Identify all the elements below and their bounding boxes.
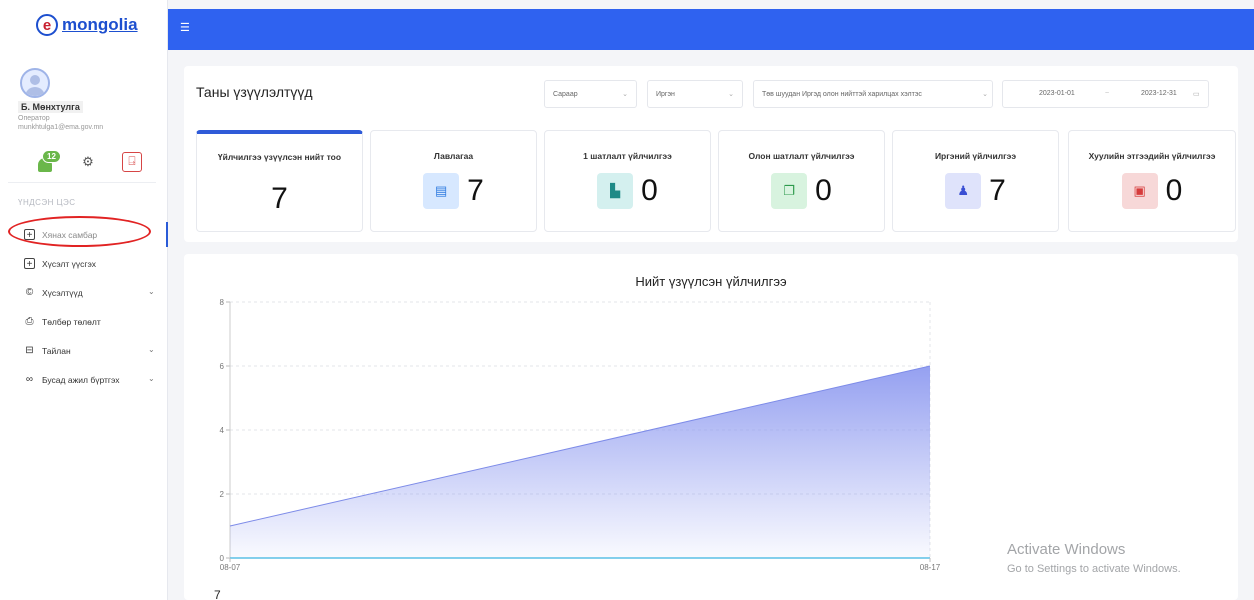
stat-label: Лавлагаа bbox=[433, 151, 474, 161]
y-tick-label: 6 bbox=[220, 362, 225, 371]
stat-multi-step[interactable]: Олон шатлалт үйлчилгээ ❐ 0 bbox=[718, 130, 885, 232]
users-icon: ∞ bbox=[25, 374, 34, 385]
chevron-down-icon: ⌄ bbox=[622, 91, 628, 98]
bottom-value: 7 bbox=[214, 588, 221, 600]
stat-value: 0 bbox=[1165, 174, 1183, 207]
x-tick-label: 08-17 bbox=[920, 563, 941, 572]
date-to: 2023-12-31 bbox=[1141, 90, 1177, 97]
user-actions: 12 ⚙ ⍈ bbox=[36, 148, 146, 178]
sidebar-item-other-work[interactable]: ∞ Бусад ажил бүртгэх ⌄ bbox=[0, 365, 168, 394]
sidebar-item-requests[interactable]: © Хүсэлтүүд ⌄ bbox=[0, 278, 168, 307]
stat-label: Хуулийн этгээдийн үйлчилгээ bbox=[1088, 151, 1216, 161]
stat-label: Үйлчилгээ үзүүлсэн нийт тоо bbox=[217, 152, 342, 162]
y-tick-label: 0 bbox=[220, 554, 225, 563]
stat-label: Олон шатлалт үйлчилгээ bbox=[748, 151, 855, 161]
notifications-button[interactable]: 12 bbox=[36, 150, 61, 174]
period-select-value: Сараар bbox=[553, 90, 578, 98]
date-separator: ~ bbox=[1105, 90, 1110, 97]
channel-select[interactable]: Төв шуудан Иргэд олон нийттэй харилцах х… bbox=[753, 80, 993, 108]
briefcase-icon: ▣ bbox=[1121, 173, 1158, 209]
sidebar-item-label: Төлбөр төлөлт bbox=[42, 316, 101, 327]
document-icon: © bbox=[25, 287, 34, 298]
logo[interactable]: e mongolia bbox=[36, 8, 138, 42]
chevron-down-icon: ⌄ bbox=[148, 287, 155, 296]
type-select-value: Иргэн bbox=[656, 90, 675, 98]
stat-citizen[interactable]: Иргэний үйлчилгээ ♟ 7 bbox=[892, 130, 1059, 232]
x-tick-label: 08-07 bbox=[220, 563, 241, 572]
document-icon: ▤ bbox=[423, 173, 460, 209]
user-email: munkhtulga1@ema.gov.mn bbox=[18, 124, 104, 131]
type-select[interactable]: Иргэн ⌄ bbox=[647, 80, 743, 108]
logout-button[interactable]: ⍈ bbox=[122, 152, 142, 172]
chevron-down-icon: ⌄ bbox=[728, 91, 734, 98]
menu-toggle-icon[interactable]: ☰ bbox=[180, 23, 192, 34]
stat-value: 0 bbox=[641, 174, 658, 207]
sidebar-item-label: Бусад ажил бүртгэх bbox=[42, 374, 120, 385]
logo-mark: e bbox=[36, 14, 58, 36]
stat-label: Иргэний үйлчилгээ bbox=[934, 151, 1017, 161]
user-icon: ♟ bbox=[945, 173, 982, 209]
topbar: ☰ bbox=[168, 9, 1254, 50]
sidebar-item-dashboard[interactable]: + Хянах самбар bbox=[0, 220, 168, 249]
section-title: ҮНДСЭН ЦЭС bbox=[18, 198, 76, 207]
active-indicator bbox=[166, 222, 168, 247]
stat-value: 7 bbox=[271, 182, 288, 215]
stat-value: 7 bbox=[989, 174, 1006, 207]
stat-label: 1 шатлалт үйлчилгээ bbox=[583, 151, 672, 161]
calendar-icon: ▭ bbox=[1193, 91, 1200, 98]
chevron-down-icon: ⌄ bbox=[148, 345, 155, 354]
notification-badge: 12 bbox=[42, 150, 61, 163]
sidebar-item-payments[interactable]: ⎙ Төлбөр төлөлт bbox=[0, 307, 168, 336]
watermark-subtitle: Go to Settings to activate Windows. bbox=[1007, 563, 1181, 575]
area-series-fill bbox=[230, 366, 930, 558]
page-title: Таны үзүүлэлтүүд bbox=[196, 84, 313, 100]
y-tick-label: 8 bbox=[220, 298, 225, 307]
sidebar-item-label: Хүсэлт үүсгэх bbox=[42, 258, 96, 269]
y-tick-label: 2 bbox=[220, 490, 225, 499]
report-icon: ⊟ bbox=[25, 345, 34, 356]
stat-reference[interactable]: Лавлагаа ▤ 7 bbox=[370, 130, 537, 232]
stat-value: 7 bbox=[467, 174, 484, 207]
sidebar-nav: + Хянах самбар + Хүсэлт үүсгэх © Хүсэлтү… bbox=[0, 220, 168, 394]
logo-text: mongolia bbox=[62, 15, 138, 34]
chevron-down-icon: ⌄ bbox=[982, 91, 988, 98]
sidebar-item-label: Хянах самбар bbox=[42, 229, 98, 240]
user-role: Оператор bbox=[18, 115, 50, 122]
cart-icon: ⎙ bbox=[25, 316, 34, 327]
divider bbox=[8, 182, 156, 183]
sidebar-item-label: Хүсэлтүүд bbox=[42, 287, 83, 298]
avatar[interactable] bbox=[20, 68, 50, 98]
settings-button[interactable]: ⚙ bbox=[80, 154, 96, 170]
sidebar-item-reports[interactable]: ⊟ Тайлан ⌄ bbox=[0, 336, 168, 365]
plus-box-icon: + bbox=[24, 229, 35, 241]
y-tick-label: 4 bbox=[220, 426, 225, 435]
date-range-picker[interactable]: 2023-01-01 ~ 2023-12-31 ▭ bbox=[1002, 80, 1209, 108]
indicators-card: Таны үзүүлэлтүүд Сараар ⌄ Иргэн ⌄ Төв шу… bbox=[184, 66, 1238, 242]
gear-icon: ⚙ bbox=[82, 154, 94, 169]
date-from: 2023-01-01 bbox=[1039, 90, 1075, 97]
plus-box-icon: + bbox=[24, 258, 35, 270]
stat-total[interactable]: Үйлчилгээ үзүүлсэн нийт тоо 7 bbox=[196, 130, 363, 232]
file-icon: ▙ bbox=[597, 173, 634, 209]
stat-single-step[interactable]: 1 шатлалт үйлчилгээ ▙ 0 bbox=[544, 130, 711, 232]
period-select[interactable]: Сараар ⌄ bbox=[544, 80, 637, 108]
logout-icon: ⍈ bbox=[128, 154, 136, 168]
stat-value: 0 bbox=[815, 174, 832, 207]
sidebar-item-create-request[interactable]: + Хүсэлт үүсгэх bbox=[0, 249, 168, 278]
sidebar: e mongolia Б. Мөнхтулга Оператор munkhtu… bbox=[0, 0, 168, 600]
channel-select-value: Төв шуудан Иргэд олон нийттэй харилцах х… bbox=[762, 90, 922, 98]
files-icon: ❐ bbox=[771, 173, 808, 209]
user-name: Б. Мөнхтулга bbox=[18, 101, 83, 113]
stat-legal-entity[interactable]: Хуулийн этгээдийн үйлчилгээ ▣ 0 bbox=[1068, 130, 1236, 232]
watermark-title: Activate Windows bbox=[1007, 541, 1126, 558]
sidebar-item-label: Тайлан bbox=[42, 345, 71, 356]
chevron-down-icon: ⌄ bbox=[148, 374, 155, 383]
